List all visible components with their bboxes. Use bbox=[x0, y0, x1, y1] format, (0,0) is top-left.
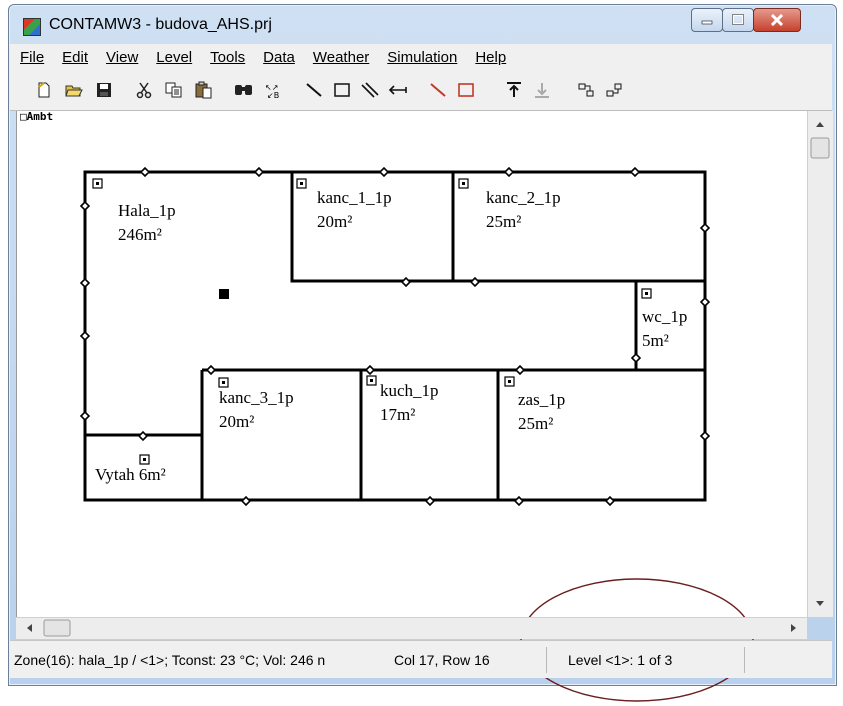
find-icon[interactable] bbox=[234, 80, 254, 100]
cut-icon[interactable] bbox=[134, 80, 154, 100]
zone-zas[interactable]: zas_1p 25m² bbox=[518, 388, 565, 436]
horizontal-scroll-thumb bbox=[43, 619, 71, 637]
red-line-icon[interactable] bbox=[428, 80, 448, 100]
zone-vytah[interactable]: Vytah 6m² bbox=[95, 465, 166, 485]
scroll-right-icon bbox=[791, 624, 796, 632]
scroll-down-icon bbox=[816, 601, 824, 606]
status-position: Col 17, Row 16 bbox=[394, 652, 490, 668]
copy-icon[interactable] bbox=[164, 80, 184, 100]
arrow-icon[interactable] bbox=[388, 80, 408, 100]
zone-wc[interactable]: wc_1p 5m² bbox=[642, 305, 687, 353]
svg-text:↙B: ↙B bbox=[267, 91, 279, 99]
menu-edit[interactable]: Edit bbox=[52, 49, 96, 66]
vertical-scrollbar[interactable] bbox=[807, 111, 833, 617]
duct-icon[interactable] bbox=[360, 80, 380, 100]
zone-kuch[interactable]: kuch_1p 17m² bbox=[380, 379, 439, 427]
view-b-icon[interactable] bbox=[604, 80, 624, 100]
level-up-icon[interactable] bbox=[504, 80, 524, 100]
save-icon[interactable] bbox=[94, 80, 114, 100]
zone-rect-icon[interactable] bbox=[332, 80, 352, 100]
minimize-icon bbox=[701, 20, 713, 25]
horizontal-scrollbar[interactable] bbox=[16, 617, 807, 639]
menu-view[interactable]: View bbox=[96, 49, 146, 66]
vertical-scroll-thumb bbox=[810, 137, 830, 159]
app-icon bbox=[23, 18, 41, 36]
flow-path-icon[interactable]: ↖↗ ↙B bbox=[264, 80, 284, 100]
close-icon bbox=[770, 14, 784, 26]
menu-simulation[interactable]: Simulation bbox=[377, 49, 465, 66]
menu-level[interactable]: Level bbox=[146, 49, 200, 66]
zone-kanc-1[interactable]: kanc_1_1p 20m² bbox=[317, 186, 392, 234]
zone-kanc-2[interactable]: kanc_2_1p 25m² bbox=[486, 186, 561, 234]
toolbar: ↖↗ ↙B bbox=[10, 70, 832, 111]
menu-bar: File Edit View Level Tools Data Weather … bbox=[10, 44, 832, 70]
maximize-icon bbox=[732, 14, 744, 25]
status-level: Level <1>: 1 of 3 bbox=[568, 652, 673, 668]
status-bar: Zone(16): hala_1p / <1>; Tconst: 23 °C; … bbox=[10, 640, 832, 678]
paste-icon[interactable] bbox=[194, 80, 214, 100]
sketchpad-canvas[interactable] bbox=[16, 111, 807, 617]
menu-data[interactable]: Data bbox=[253, 49, 303, 66]
zone-hala[interactable]: Hala_1p 246m² bbox=[118, 199, 176, 247]
wall-line-icon[interactable] bbox=[304, 80, 324, 100]
scroll-left-icon bbox=[27, 624, 32, 632]
menu-tools[interactable]: Tools bbox=[200, 49, 253, 66]
open-icon[interactable] bbox=[64, 80, 84, 100]
new-icon[interactable] bbox=[34, 80, 54, 100]
scroll-up-icon bbox=[816, 122, 824, 127]
minimize-button[interactable] bbox=[691, 8, 723, 32]
level-down-icon[interactable] bbox=[532, 80, 552, 100]
maximize-button[interactable] bbox=[722, 8, 754, 32]
menu-help[interactable]: Help bbox=[465, 49, 514, 66]
window-title: CONTAMW3 - budova_AHS.prj bbox=[49, 16, 272, 33]
zone-kanc-3[interactable]: kanc_3_1p 20m² bbox=[219, 386, 294, 434]
close-button[interactable] bbox=[753, 8, 801, 32]
status-separator bbox=[744, 647, 745, 673]
title-bar[interactable]: CONTAMW3 - budova_AHS.prj bbox=[9, 5, 836, 47]
menu-file[interactable]: File bbox=[10, 49, 52, 66]
menu-weather[interactable]: Weather bbox=[303, 49, 377, 66]
ambient-label: □Ambt bbox=[20, 110, 54, 123]
view-a-icon[interactable] bbox=[576, 80, 596, 100]
status-zone-info: Zone(16): hala_1p / <1>; Tconst: 23 °C; … bbox=[14, 652, 326, 668]
status-separator bbox=[546, 647, 547, 673]
red-rect-icon[interactable] bbox=[456, 80, 476, 100]
